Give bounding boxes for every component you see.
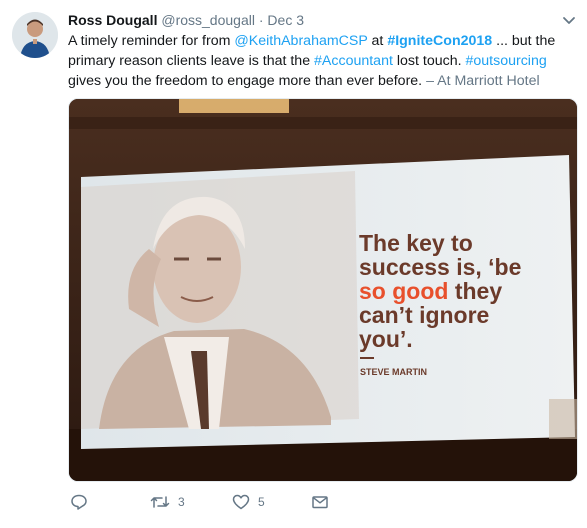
reply-icon [71, 494, 87, 510]
hashtag-ignitecon-link[interactable]: #IgniteCon2018 [387, 33, 492, 49]
tweet-text-part: lost touch. [392, 53, 466, 69]
author-name[interactable]: Ross Dougall [68, 12, 157, 28]
tweet-text-part: gives you the freedom to engage more tha… [68, 73, 423, 89]
envelope-icon [312, 496, 328, 509]
slide-quote-highlight: so good [359, 278, 448, 304]
slide-attribution: STEVE MARTIN [360, 367, 427, 377]
tweet-date[interactable]: Dec 3 [267, 12, 304, 28]
slide-quote-line-3-rest: they [448, 278, 502, 304]
slide-quote-line-1: The key to [359, 230, 473, 256]
retweet-button[interactable]: 3 [150, 490, 185, 514]
tweet-text: A timely reminder for from @KeithAbraham… [68, 31, 568, 91]
like-count: 5 [258, 495, 265, 509]
slide-quote-line-5: you’. [359, 326, 413, 352]
hashtag-outsourcing-link[interactable]: #outsourcing [465, 53, 546, 69]
location-link[interactable]: – At Marriott Hotel [422, 73, 540, 89]
hashtag-accountant-link[interactable]: #Accountant [314, 53, 393, 69]
slide-photo: The key to success is, ‘be so good they … [69, 99, 577, 481]
tweet-text-part: at [367, 33, 388, 49]
slide-quote-line-2: success is, ‘be [359, 254, 521, 280]
avatar-image [12, 12, 58, 58]
avatar[interactable] [12, 12, 58, 58]
tweet-text-part: A timely reminder for from [68, 33, 235, 49]
author-handle[interactable]: @ross_dougall [161, 12, 255, 28]
reply-button[interactable] [70, 490, 88, 514]
tweet-actions: 3 5 [68, 490, 548, 514]
tweet-header: Ross Dougall @ross_dougall · Dec 3 [68, 10, 557, 30]
direct-message-button[interactable] [311, 490, 329, 514]
more-options-button[interactable] [561, 12, 577, 28]
tweet-photo[interactable]: The key to success is, ‘be so good they … [68, 98, 578, 482]
retweet-icon [150, 496, 170, 508]
retweet-count: 3 [178, 495, 185, 509]
mention-link[interactable]: @KeithAbrahamCSP [234, 33, 367, 49]
heart-icon [232, 494, 250, 510]
slide-quote-line-3: so good they [359, 278, 502, 304]
slide-quote-line-4: can’t ignore [359, 302, 489, 328]
separator-dot: · [258, 12, 264, 28]
like-button[interactable]: 5 [232, 490, 265, 514]
slide-divider [360, 357, 374, 359]
tweet: Ross Dougall @ross_dougall · Dec 3 A tim… [0, 0, 587, 528]
chevron-down-icon [563, 17, 575, 24]
